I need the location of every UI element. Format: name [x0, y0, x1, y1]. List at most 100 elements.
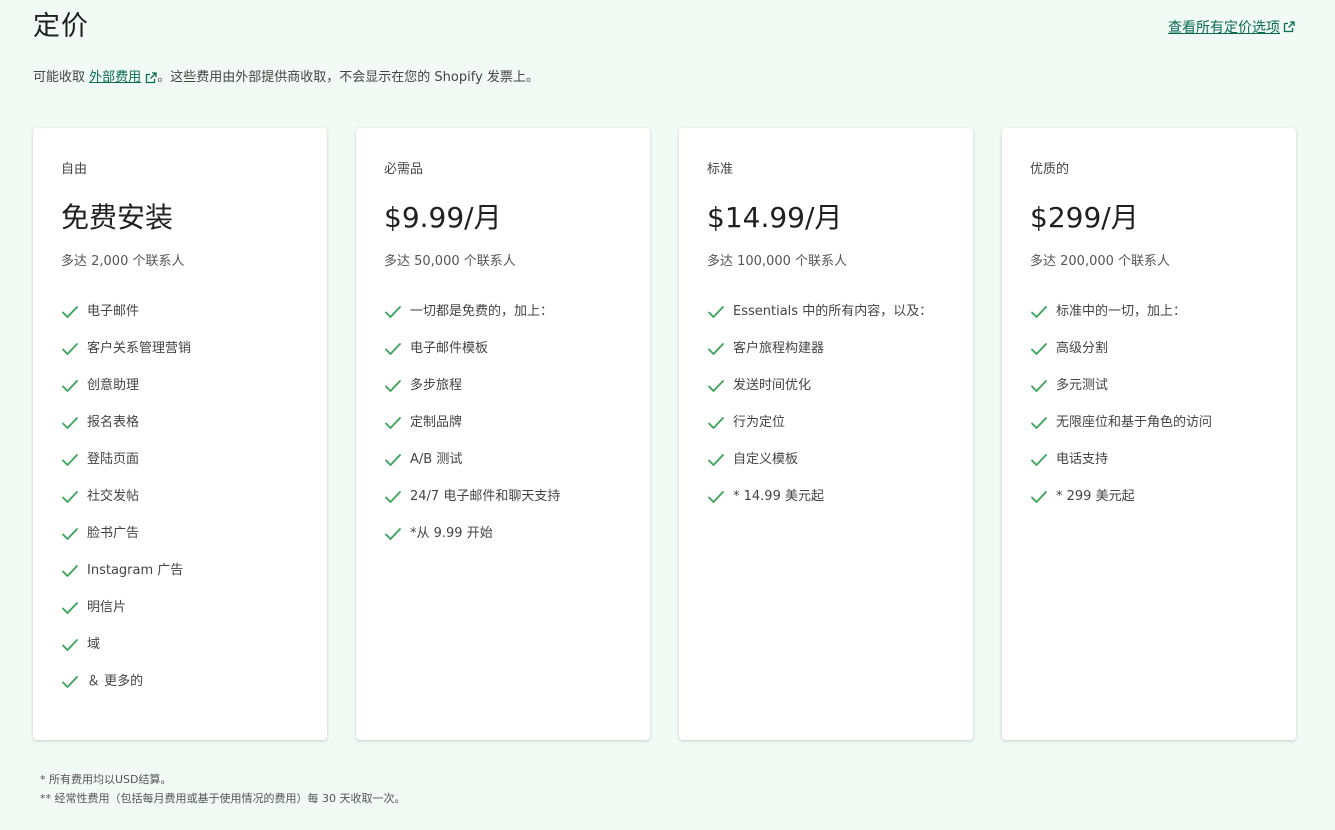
- feature-item: 多步旅程: [384, 375, 622, 397]
- plan-price: $9.99/月: [384, 201, 502, 234]
- feature-item: 行为定位: [707, 412, 945, 434]
- feature-label: 24/7 电子邮件和聊天支持: [410, 489, 561, 504]
- feature-item: 一切都是免费的，加上：: [384, 301, 622, 323]
- feature-label: 明信片: [87, 600, 127, 615]
- checkmark-icon: [385, 343, 401, 355]
- checkmark-icon: [62, 491, 78, 503]
- feature-item: Instagram 广告: [61, 560, 299, 582]
- checkmark-icon: [708, 491, 724, 503]
- checkmark-icon: [62, 676, 78, 688]
- checkmark-icon: [708, 343, 724, 355]
- feature-item: 标准中的一切，加上：: [1030, 301, 1268, 323]
- checkmark-icon: [1031, 491, 1047, 503]
- feature-item: 社交发帖: [61, 486, 299, 508]
- feature-label: * 14.99 美元起: [733, 489, 824, 504]
- view-all-pricing-link[interactable]: 查看所有定价选项: [1168, 17, 1295, 37]
- view-all-pricing-label: 查看所有定价选项: [1168, 20, 1280, 36]
- external-fees-suffix: 。这些费用由外部提供商收取，不会显示在您的 Shopify 发票上。: [157, 70, 539, 85]
- feature-item: 电子邮件: [61, 301, 299, 323]
- feature-item: 定制品牌: [384, 412, 622, 434]
- feature-label: 多元测试: [1056, 378, 1109, 393]
- feature-item: * 14.99 美元起: [707, 486, 945, 508]
- feature-item: * 299 美元起: [1030, 486, 1268, 508]
- feature-item: 明信片: [61, 597, 299, 619]
- checkmark-icon: [62, 602, 78, 614]
- feature-list: 一切都是免费的，加上： 电子邮件模板多步旅程定制品牌 A/B 测试 24/7 电子邮件…: [384, 301, 622, 545]
- feature-label: 电话支持: [1056, 452, 1109, 467]
- feature-item: 客户旅程构建器: [707, 338, 945, 360]
- plan-card: 优质的 $299/月 多达 200,000 个联系人 标准中的一切，加上： 高级分割 多元…: [1002, 128, 1296, 740]
- checkmark-icon: [62, 565, 78, 577]
- feature-item: 24/7 电子邮件和聊天支持: [384, 486, 622, 508]
- external-link-icon: [146, 71, 157, 83]
- feature-label: 发送时间优化: [733, 378, 812, 393]
- feature-item: Essentials 中的所有内容，以及：: [707, 301, 945, 323]
- feature-list: 电子邮件客户关系管理营销 创意助理报名表格登陆页面社交发帖脸书广告 Instagra…: [61, 301, 299, 693]
- feature-item: 无限座位和基于角色的访问: [1030, 412, 1268, 434]
- plan-card: 自由 免费安装 多达 2,000 个联系人 电子邮件 客户关系管理营销 创意助理 报名表格登…: [33, 128, 327, 740]
- feature-label: 自定义模板: [733, 452, 799, 467]
- external-fees-note: 可能收取 外部费用 。这些费用由外部提供商收取，不会显示在您的 Shopify …: [33, 66, 539, 85]
- feature-label: 高级分割: [1056, 341, 1109, 356]
- feature-item: 域: [61, 634, 299, 656]
- feature-label: 电子邮件模板: [410, 341, 489, 356]
- feature-label: 脸书广告: [87, 526, 140, 541]
- feature-item: 多元测试: [1030, 375, 1268, 397]
- checkmark-icon: [385, 528, 401, 540]
- feature-item: A/B 测试: [384, 449, 622, 471]
- feature-label: 无限座位和基于角色的访问: [1056, 415, 1213, 430]
- feature-list: 标准中的一切，加上： 高级分割多元测试无限座位和基于角色的访问 电话支持 * 299 …: [1030, 301, 1268, 508]
- plan-price: $14.99/月: [707, 201, 843, 234]
- checkmark-icon: [62, 343, 78, 355]
- feature-item: 报名表格: [61, 412, 299, 434]
- checkmark-icon: [1031, 417, 1047, 429]
- feature-item: 电子邮件模板: [384, 338, 622, 360]
- feature-list: Essentials 中的所有内容，以及： 客户旅程构建器 发送时间优化 行为定位自定…: [707, 301, 945, 508]
- checkmark-icon: [1031, 454, 1047, 466]
- checkmark-icon: [62, 528, 78, 540]
- feature-item: 自定义模板: [707, 449, 945, 471]
- plan-contacts: 多达 200,000 个联系人: [1030, 254, 1171, 269]
- plan-name: 优质的: [1030, 162, 1070, 177]
- feature-label: A/B 测试: [410, 452, 463, 467]
- feature-label: 客户旅程构建器: [733, 341, 825, 356]
- plan-card: 标准 $14.99/月 多达 100,000 个联系人 Essentials 中的所有…: [679, 128, 973, 740]
- feature-item: *从 9.99 开始: [384, 523, 622, 545]
- feature-item: 客户关系管理营销: [61, 338, 299, 360]
- feature-item: 电话支持: [1030, 449, 1268, 471]
- plan-name: 必需品: [384, 162, 424, 177]
- checkmark-icon: [708, 417, 724, 429]
- feature-item: 脸书广告: [61, 523, 299, 545]
- feature-label: 行为定位: [733, 415, 786, 430]
- feature-item: ＆ 更多的: [61, 671, 299, 693]
- pricing-cards: 自由 免费安装 多达 2,000 个联系人 电子邮件 客户关系管理营销 创意助理 报名表格登…: [33, 128, 1296, 740]
- checkmark-icon: [385, 417, 401, 429]
- feature-label: 电子邮件: [87, 304, 140, 319]
- feature-item: 高级分割: [1030, 338, 1268, 360]
- external-fees-link-label: 外部费用: [89, 70, 142, 85]
- checkmark-icon: [1031, 343, 1047, 355]
- checkmark-icon: [62, 306, 78, 318]
- checkmark-icon: [708, 454, 724, 466]
- feature-label: *从 9.99 开始: [410, 526, 493, 541]
- feature-label: 定制品牌: [410, 415, 463, 430]
- feature-label: 报名表格: [87, 415, 140, 430]
- footnotes: * 所有费用均以USD结算。 ** 经常性费用（包括每月费用或基于使用情况的费用…: [40, 770, 406, 808]
- checkmark-icon: [708, 306, 724, 318]
- feature-item: 发送时间优化: [707, 375, 945, 397]
- checkmark-icon: [385, 491, 401, 503]
- checkmark-icon: [62, 380, 78, 392]
- checkmark-icon: [385, 380, 401, 392]
- checkmark-icon: [62, 417, 78, 429]
- feature-label: 标准中的一切，加上：: [1056, 304, 1187, 319]
- feature-label: 一切都是免费的，加上：: [410, 304, 554, 319]
- checkmark-icon: [385, 454, 401, 466]
- feature-item: 创意助理: [61, 375, 299, 397]
- plan-name: 标准: [707, 162, 734, 177]
- feature-label: 登陆页面: [87, 452, 140, 467]
- footnote-billing: ** 经常性费用（包括每月费用或基于使用情况的费用）每 30 天收取一次。: [40, 792, 406, 805]
- plan-contacts: 多达 50,000 个联系人: [384, 254, 516, 269]
- external-fees-link[interactable]: 外部费用: [89, 70, 141, 85]
- plan-price: 免费安装: [61, 201, 174, 234]
- plan-contacts: 多达 2,000 个联系人: [61, 254, 185, 269]
